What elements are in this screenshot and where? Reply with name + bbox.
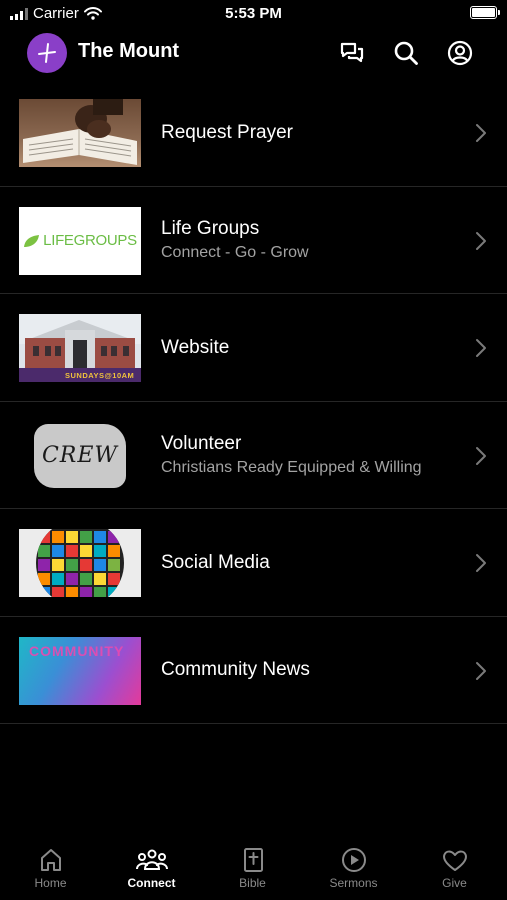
list-item-request-prayer[interactable]: Request Prayer [0,79,507,187]
chevron-right-icon [476,231,486,250]
list-item-volunteer[interactable]: CREW Volunteer Christians Ready Equipped… [0,402,507,509]
tab-bible[interactable]: Bible [202,842,303,900]
chat-icon[interactable] [338,39,366,67]
social-media-thumbnail [19,529,141,597]
list-item-community-news[interactable]: COMMUNITY Community News [0,617,507,724]
tab-sermons[interactable]: Sermons [303,842,404,900]
tab-label: Give [442,876,467,890]
tab-connect[interactable]: Connect [101,842,202,900]
list-item-social-media[interactable]: Social Media [0,509,507,617]
app-title: The Mount [78,40,180,62]
account-icon[interactable] [446,39,474,67]
tab-label: Bible [239,876,266,890]
chevron-right-icon [476,339,486,357]
crew-logo-badge: CREW [34,423,126,488]
mount-logo-icon [38,43,56,63]
tab-label: Home [34,876,67,890]
website-banner-text: SUNDAYS@10AM [65,371,135,380]
life-groups-logo-text: LIFEGROUPS [43,232,137,249]
community-banner-text: COMMUNITY [29,642,125,659]
leaf-icon [24,234,40,247]
search-icon[interactable] [392,39,420,67]
bible-icon [243,848,263,872]
tab-home[interactable]: Home [0,842,101,900]
connect-list: Request Prayer LIFEGROUPS Life Groups Co… [0,79,507,724]
list-item-title: Social Media [161,551,270,573]
heart-icon [442,850,467,871]
website-thumbnail: SUNDAYS@10AM [19,314,141,382]
chevron-right-icon [476,554,486,572]
app-header: The Mount [0,30,507,76]
tab-label: Sermons [329,876,378,890]
tab-give[interactable]: Give [404,842,505,900]
chevron-right-icon [476,661,486,680]
chevron-right-icon [476,446,486,465]
play-icon [341,848,366,872]
community-news-thumbnail: COMMUNITY [19,636,141,705]
life-groups-thumbnail: LIFEGROUPS [19,206,141,275]
list-item-title: Volunteer [161,433,242,454]
list-item-life-groups[interactable]: LIFEGROUPS Life Groups Connect - Go - Gr… [0,187,507,294]
list-item-title: Request Prayer [161,121,294,143]
chevron-right-icon [476,124,486,142]
people-icon [135,849,168,870]
list-item-title: Life Groups [161,218,260,239]
tab-bar: Home Connect Bible Sermons Give [0,842,507,900]
tab-label: Connect [127,876,176,890]
volunteer-thumbnail: CREW [19,421,141,490]
prayer-thumbnail [19,99,141,167]
list-item-subtitle: Connect - Go - Grow [161,244,309,261]
status-bar: Carrier 5:53 PM [0,0,507,28]
list-item-title: Website [161,336,230,358]
crew-logo-text: CREW [41,443,119,468]
status-time: 5:53 PM [225,5,282,22]
list-item-subtitle: Christians Ready Equipped & Willing [161,459,422,476]
list-item-title: Community News [161,659,310,680]
battery-icon [470,6,500,19]
list-item-website[interactable]: SUNDAYS@10AM Website [0,294,507,402]
app-logo[interactable] [27,33,67,73]
home-icon [40,849,61,871]
